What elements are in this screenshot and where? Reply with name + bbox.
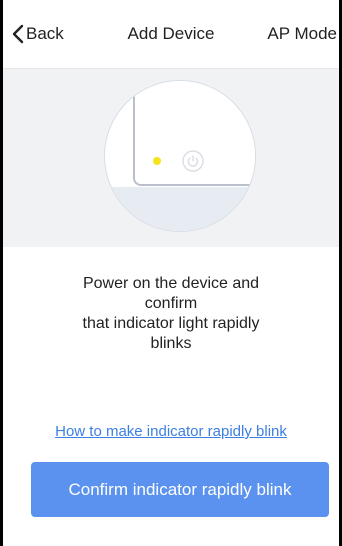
instruction-text: Power on the device and confirm that ind… xyxy=(19,274,323,354)
instruction-line: Power on the device and xyxy=(82,275,260,292)
help-link[interactable]: How to make indicator rapidly blink xyxy=(3,423,339,440)
chevron-left-icon xyxy=(11,24,25,44)
back-button[interactable]: Back xyxy=(11,22,64,46)
instruction-line: blinks xyxy=(150,335,192,352)
back-label: Back xyxy=(26,24,64,43)
device-illustration-panel xyxy=(3,68,339,247)
add-device-screen: Back Add Device AP Mode Power on the dev… xyxy=(0,0,342,546)
instruction-line: confirm xyxy=(144,295,198,312)
ap-mode-button[interactable]: AP Mode xyxy=(267,24,337,44)
device-shadow xyxy=(105,187,255,231)
instruction-line: that indicator light rapidly xyxy=(82,315,260,332)
confirm-blink-button[interactable]: Confirm indicator rapidly blink xyxy=(31,462,329,517)
indicator-light xyxy=(153,157,161,165)
nav-bar: Back Add Device AP Mode xyxy=(3,0,339,68)
power-icon xyxy=(182,150,204,172)
device-illustration xyxy=(104,80,256,232)
